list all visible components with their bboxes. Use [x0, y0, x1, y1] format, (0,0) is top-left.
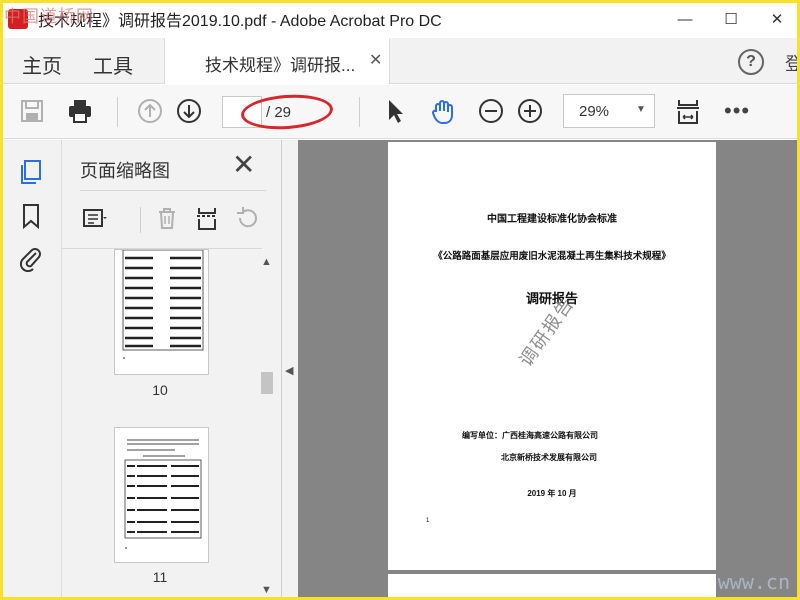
scroll-down-icon[interactable]: ▼ [261, 584, 272, 596]
page-compiling-unit: 编写单位：广西桂海高速公路有限公司 [462, 431, 598, 440]
window-title: 技术规程》调研报告2019.10.pdf - Adobe Acrobat Pro… [38, 13, 442, 30]
page-organization: 中国工程建设标准化协会标准 [487, 214, 617, 225]
page-date: 2019 年 10 月 [527, 489, 577, 498]
pdf-page: 中国工程建设标准化协会标准 《公路路面基层应用废旧水泥混凝土再生集料技术规程》 … [388, 142, 716, 570]
toolbar-divider [117, 97, 118, 127]
delete-page-icon[interactable] [152, 203, 182, 233]
toolbar-divider [359, 97, 360, 127]
zoom-value: 29% [579, 103, 610, 120]
window-controls: — ☐ ✕ [662, 0, 800, 38]
page-standard-title: 《公路路面基层应用废旧水泥混凝土再生集料技术规程》 [433, 251, 671, 262]
panel-toolbar [80, 190, 266, 248]
bookmarks-icon[interactable] [15, 200, 47, 232]
panel-divider [140, 207, 141, 233]
page-thumbnail[interactable] [114, 427, 209, 563]
page-thumbnail[interactable] [114, 249, 209, 375]
navigation-rail [0, 140, 62, 600]
hand-tool-icon[interactable] [427, 95, 459, 127]
panel-collapse-strip[interactable]: ◀ [282, 140, 298, 600]
print-icon[interactable] [64, 95, 96, 127]
help-icon[interactable]: ? [738, 49, 764, 75]
page-compiling-unit-2: 北京新桥技术发展有限公司 [501, 453, 597, 462]
save-icon[interactable] [16, 95, 48, 127]
thumbnail-page-label: 10 [152, 382, 168, 398]
document-viewport[interactable]: 中国工程建设标准化协会标准 《公路路面基层应用废旧水泥混凝土再生集料技术规程》 … [298, 140, 800, 600]
zoom-select[interactable]: 29% ▼ [563, 94, 655, 128]
minimize-button[interactable]: — [662, 0, 708, 38]
extract-page-icon[interactable] [192, 203, 222, 233]
tab-home[interactable]: 主页 [22, 50, 62, 79]
page-footer-number: 1 [426, 518, 430, 524]
watermark-logo: 中国道桥网 [4, 7, 94, 27]
tab-tools[interactable]: 工具 [93, 50, 133, 79]
watermark-url: www.cn [717, 570, 790, 594]
collapse-panel-icon[interactable]: ◀ [285, 364, 293, 377]
tab-document[interactable]: 技术规程》调研报... ✕ [164, 38, 390, 84]
thumbnail-scrollbar[interactable]: ▲ ▼ [258, 250, 276, 600]
document-tab-close-icon[interactable]: ✕ [369, 50, 382, 70]
thumbnail-list: 10 11 [62, 248, 262, 600]
zoom-out-icon[interactable] [475, 95, 507, 127]
thumbnail-page-label: 11 [152, 569, 168, 585]
thumbnail-options-icon[interactable] [80, 203, 110, 233]
next-page-icon[interactable] [173, 95, 205, 127]
close-panel-icon[interactable]: ✕ [232, 150, 255, 180]
fit-page-icon[interactable] [672, 95, 704, 127]
attachments-icon[interactable] [15, 242, 47, 274]
sign-in-button[interactable]: 登 [785, 50, 800, 76]
zoom-in-icon[interactable] [514, 95, 546, 127]
chevron-down-icon: ▼ [636, 104, 646, 115]
close-window-button[interactable]: ✕ [754, 0, 800, 38]
toolbar: / 29 29% ▼ ••• [0, 85, 800, 139]
page-thumbnails-icon[interactable] [15, 156, 47, 188]
scrollbar-thumb[interactable] [261, 372, 273, 394]
previous-page-icon[interactable] [134, 95, 166, 127]
scroll-up-icon[interactable]: ▲ [261, 256, 272, 268]
rotate-page-icon[interactable] [232, 203, 262, 233]
more-tools-button[interactable]: ••• [724, 98, 750, 124]
select-cursor-icon[interactable] [378, 95, 410, 127]
maximize-button[interactable]: ☐ [708, 0, 754, 38]
title-bar: 技术规程》调研报告2019.10.pdf - Adobe Acrobat Pro… [0, 0, 800, 38]
document-tab-label: 技术规程》调研报... [205, 56, 356, 75]
page-thumbnails-panel: 页面缩略图 ✕ 10 11 ▲ ▼ [62, 140, 282, 600]
panel-title: 页面缩略图 [80, 161, 170, 181]
tab-bar: 主页 工具 技术规程》调研报... ✕ ? 登 [0, 38, 800, 84]
pdf-next-page [388, 574, 716, 600]
